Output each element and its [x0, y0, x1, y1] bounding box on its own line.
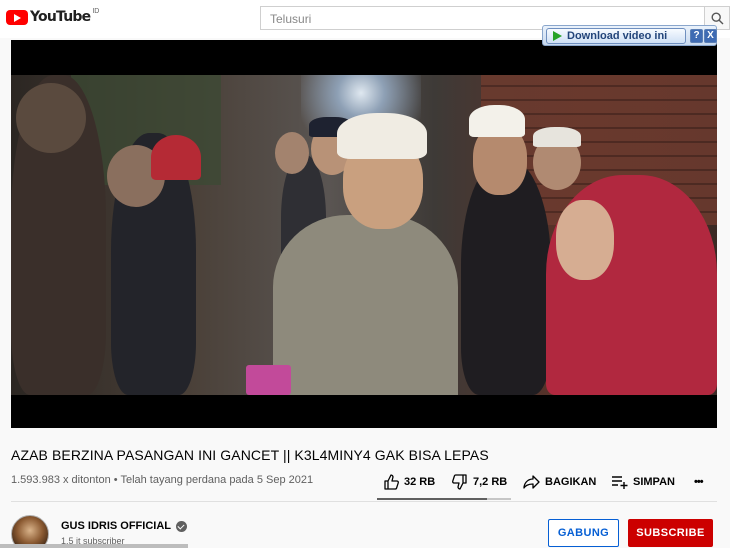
- person-left-head: [16, 83, 86, 153]
- share-button[interactable]: BAGIKAN: [523, 472, 596, 492]
- bucket: [246, 365, 291, 395]
- horizontal-scrollbar[interactable]: [0, 544, 188, 548]
- add-to-playlist-icon: [612, 476, 628, 489]
- channel-name: GUS IDRIS OFFICIAL: [61, 520, 171, 532]
- verified-check-icon: [176, 520, 187, 532]
- subscribe-button[interactable]: SUBSCRIBE: [628, 519, 713, 547]
- view-count-date: 1.593.983 x ditonton • Telah tayang perd…: [11, 474, 314, 486]
- person-center-body: [273, 215, 458, 395]
- channel-name-row[interactable]: GUS IDRIS OFFICIAL: [61, 520, 187, 532]
- like-count: 32 RB: [404, 476, 436, 488]
- logo-text: YouTube: [30, 9, 91, 25]
- search-icon: [711, 12, 724, 25]
- thumbs-up-icon: [384, 474, 399, 490]
- person-woman-face: [556, 200, 614, 280]
- dislike-button[interactable]: 7,2 RB: [452, 472, 507, 492]
- save-label: SIMPAN: [633, 476, 675, 488]
- download-video-button[interactable]: Download video ini: [546, 28, 686, 44]
- download-button-label: Download video ini: [567, 30, 668, 42]
- join-button[interactable]: GABUNG: [548, 519, 619, 547]
- close-button[interactable]: X: [704, 29, 717, 43]
- like-dislike-ratio-bar: [377, 498, 511, 500]
- youtube-play-icon: [6, 9, 28, 25]
- like-ratio-fill: [377, 498, 487, 500]
- video-player[interactable]: [11, 40, 717, 428]
- person-right-cap: [469, 105, 525, 137]
- like-button[interactable]: 32 RB: [383, 472, 435, 492]
- help-button[interactable]: ?: [690, 29, 703, 43]
- download-toolbar: Download video ini ? X: [542, 25, 717, 46]
- person-old-cap: [533, 127, 581, 147]
- play-arrow-icon: [553, 31, 562, 41]
- more-icon: •••: [694, 476, 704, 488]
- person-red-cap: [151, 135, 201, 180]
- person-right: [461, 160, 551, 395]
- more-actions-button[interactable]: •••: [694, 472, 704, 492]
- save-button[interactable]: SIMPAN: [611, 472, 675, 492]
- logo-country-code: ID: [92, 7, 100, 15]
- dislike-count: 7,2 RB: [473, 476, 508, 488]
- thumbs-down-icon: [452, 474, 467, 490]
- person-center-cap: [337, 113, 427, 159]
- video-frame: [11, 75, 717, 395]
- divider: [11, 501, 717, 502]
- share-icon: [523, 475, 540, 489]
- youtube-logo[interactable]: YouTube ID: [6, 7, 100, 25]
- video-title: AZAB BERZINA PASANGAN INI GANCET || K3L4…: [11, 447, 489, 463]
- share-label: BAGIKAN: [545, 476, 597, 488]
- person-back-1-head: [275, 132, 309, 174]
